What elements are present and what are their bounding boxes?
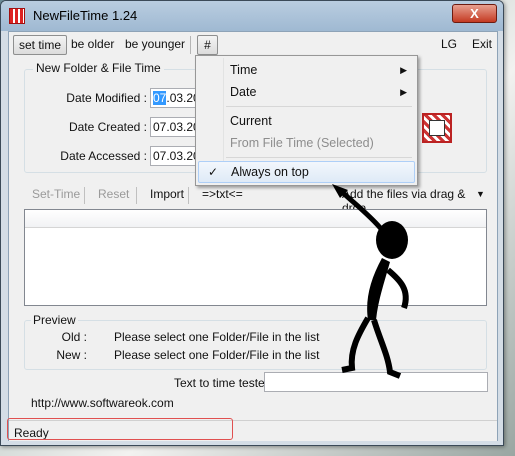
toolbar-separator [84,187,85,204]
import-button[interactable]: Import [150,187,184,201]
preview-new-label: New : [56,348,87,362]
menu-separator [226,106,412,107]
menu-item-time[interactable]: Time ▶ [198,59,415,81]
menu-be-younger[interactable]: be younger [120,35,190,55]
stickman-head [376,221,408,259]
close-button[interactable]: X [452,4,497,23]
group-title: New Folder & File Time [33,61,164,75]
status-highlight-box [7,418,233,440]
stickman-right-leg [371,319,402,379]
menu-bar: set time be older be younger # LG Exit [9,32,497,56]
preview-new-text: Please select one Folder/File in the lis… [114,348,320,362]
menu-lg[interactable]: LG [436,35,462,55]
text-tester-label: Text to time tester [174,376,269,390]
calendar-icon[interactable] [422,113,452,143]
preview-title: Preview [31,313,78,327]
menu-separator [226,157,412,158]
menu-item-always-on-top-label: Always on top [231,165,309,179]
date-created-input[interactable]: 07.03.201 [150,117,200,137]
title-bar: NewFileTime 1.24 X [1,1,503,31]
menu-item-date[interactable]: Date ▶ [198,81,415,103]
submenu-arrow-icon: ▶ [400,65,407,75]
date-modified-label: Date Modified : [66,91,147,105]
reset-button[interactable]: Reset [98,187,129,201]
toolbar-separator [136,187,137,204]
menu-be-older[interactable]: be older [66,35,119,55]
set-time-button[interactable]: Set-Time [32,187,80,201]
txt-button[interactable]: =>txt<= [202,187,243,201]
preview-old-label: Old : [61,330,87,344]
menu-set-time[interactable]: set time [13,35,68,55]
date-created-label: Date Created : [68,120,147,134]
toolbar-separator [188,187,189,204]
check-icon: ✓ [208,165,219,179]
website-link[interactable]: http://www.softwareok.com [31,396,174,410]
menu-item-date-label: Date [230,85,257,99]
menu-item-from-file-time: From File Time (Selected) [230,136,374,150]
stickman-right-arm [386,267,409,309]
menu-item-time-label: Time [230,63,258,77]
stickman-figure-image [332,184,409,379]
preview-old-text: Please select one Folder/File in the lis… [114,330,320,344]
stickman-left-leg [341,316,371,373]
stickman-pointing-arm [338,188,384,232]
menu-hash[interactable]: # [197,35,218,55]
date-modified-selection: 07 [153,91,167,105]
menu-item-current[interactable]: Current [198,110,415,132]
submenu-arrow-icon: ▶ [400,87,407,97]
date-modified-input[interactable]: 07.03.201 [150,88,200,108]
drag-drop-arrow-icon[interactable]: ▼ [476,189,485,199]
date-accessed-input[interactable]: 07.03.201 [150,146,200,166]
window-title: NewFileTime 1.24 [33,8,138,23]
menu-separator [190,36,191,54]
menu-exit[interactable]: Exit [467,35,497,55]
app-icon [9,8,25,24]
calendar-inner [429,120,445,136]
date-accessed-label: Date Accessed : [60,149,147,163]
options-dropdown-menu: Time ▶ Date ▶ Current From File Time (Se… [195,55,418,186]
stickman-body [367,258,390,320]
